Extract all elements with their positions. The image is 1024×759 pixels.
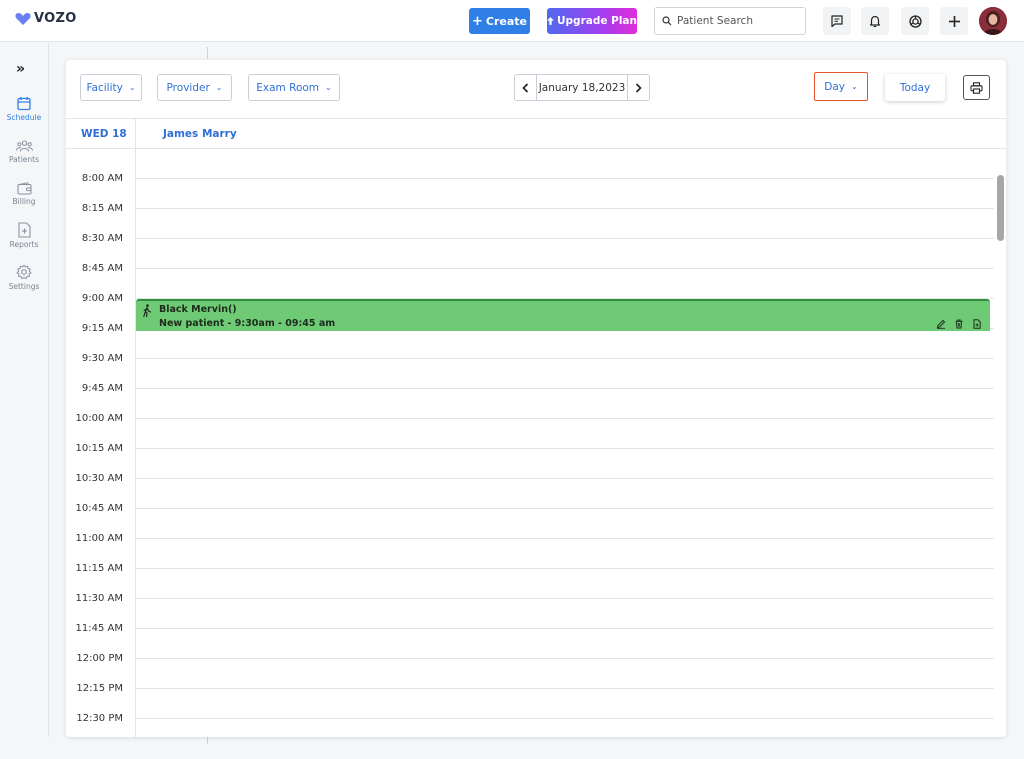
time-slot[interactable]: 10:00 AM — [66, 389, 1006, 424]
sidebar-item-billing[interactable]: Billing — [0, 182, 48, 206]
patient-search-input[interactable] — [677, 15, 797, 27]
chevron-down-icon: ⌄ — [215, 83, 223, 92]
exam-room-label: Exam Room — [256, 81, 320, 94]
time-slot[interactable]: 8:30 AM — [66, 209, 1006, 244]
plus-icon: + — [471, 13, 483, 29]
report-icon — [17, 222, 31, 238]
vertical-scrollbar[interactable] — [997, 175, 1004, 241]
provider-column-header[interactable]: James Marry — [163, 128, 237, 140]
vozo-logo[interactable]: VOZO — [15, 11, 77, 26]
gear-icon — [16, 264, 32, 280]
next-date-button[interactable] — [628, 75, 649, 100]
create-button[interactable]: + Create — [469, 8, 530, 34]
delete-appointment-button[interactable] — [953, 318, 964, 329]
appointment-details: New patient - 9:30am - 09:45 am — [159, 318, 336, 329]
openai-icon — [908, 14, 922, 28]
search-icon — [662, 16, 672, 26]
time-slot[interactable]: 10:45 AM — [66, 479, 1006, 514]
view-mode-label: Day — [824, 80, 846, 93]
plus-icon — [948, 15, 960, 27]
chevron-down-icon: ⌄ — [851, 82, 858, 91]
divider — [207, 47, 208, 59]
facility-label: Facility — [86, 81, 123, 94]
pencil-icon — [936, 319, 945, 329]
provider-label: Provider — [166, 81, 210, 94]
sidebar-item-schedule[interactable]: Schedule — [0, 96, 48, 122]
schedule-card: Facility ⌄ Provider ⌄ Exam Room ⌄ Januar… — [66, 60, 1006, 737]
sidebar-item-label: Patients — [8, 155, 40, 164]
time-slot[interactable]: 11:00 AM — [66, 509, 1006, 544]
view-mode-dropdown[interactable]: Day ⌄ — [814, 72, 868, 101]
appointment-document-button[interactable] — [971, 318, 982, 329]
chat-icon — [831, 15, 843, 28]
sidebar-item-label: Reports — [9, 240, 39, 249]
notifications-button[interactable] — [861, 7, 889, 35]
add-button[interactable] — [940, 7, 968, 35]
time-slot[interactable]: 9:30 AM — [66, 329, 1006, 364]
avatar-image — [979, 7, 1007, 35]
wallet-icon — [16, 182, 32, 195]
chevron-down-icon: ⌄ — [325, 83, 332, 92]
heart-logo-icon — [15, 12, 31, 25]
chevron-left-icon — [522, 82, 529, 93]
time-slot[interactable]: 11:15 AM — [66, 539, 1006, 574]
today-button[interactable]: Today — [885, 74, 945, 101]
time-slot[interactable]: 9:45 AM — [66, 359, 1006, 394]
printer-icon — [970, 81, 983, 94]
expand-sidebar-icon[interactable]: » — [16, 61, 25, 77]
messages-button[interactable] — [823, 7, 851, 35]
bell-icon — [869, 15, 881, 28]
time-slot-line — [136, 718, 994, 719]
sidebar-item-settings[interactable]: Settings — [0, 264, 48, 291]
upgrade-label: Upgrade Plan — [557, 15, 637, 27]
sidebar-item-patients[interactable]: Patients — [0, 140, 48, 164]
time-slot[interactable]: 11:45 AM — [66, 599, 1006, 634]
sidebar-item-label: Settings — [8, 282, 40, 291]
time-slot[interactable]: 12:30 PM — [66, 689, 1006, 724]
ai-button[interactable] — [901, 7, 929, 35]
document-icon — [973, 318, 981, 329]
user-avatar[interactable] — [979, 7, 1007, 35]
sidebar-item-label: Schedule — [6, 113, 42, 122]
time-slot[interactable]: 8:00 AM — [66, 149, 1006, 184]
current-date[interactable]: January 18,2023 — [536, 75, 628, 100]
time-slot[interactable]: 8:15 AM — [66, 179, 1006, 214]
appointment-patient: Black Mervin() — [159, 304, 237, 315]
time-slot[interactable]: 11:30 AM — [66, 569, 1006, 604]
day-label: WED 18 — [81, 128, 127, 140]
brand-name: VOZO — [34, 11, 77, 26]
sidebar: » Schedule Patients Billing Reports Sett… — [0, 43, 49, 737]
arrow-up-icon — [547, 17, 555, 25]
chevron-down-icon: ⌄ — [128, 83, 136, 92]
time-slot[interactable]: 12:00 PM — [66, 629, 1006, 664]
walking-person-icon — [143, 304, 152, 317]
divider — [207, 736, 208, 744]
provider-dropdown[interactable]: Provider ⌄ — [157, 74, 232, 101]
edit-appointment-button[interactable] — [935, 318, 946, 329]
upgrade-plan-button[interactable]: Upgrade Plan — [547, 8, 637, 34]
sidebar-item-label: Billing — [12, 197, 36, 206]
appointment-block[interactable]: Black Mervin() New patient - 9:30am - 09… — [136, 299, 990, 331]
calendar-icon — [17, 97, 31, 111]
people-icon — [15, 140, 33, 152]
time-grid[interactable]: 8:00 AM 8:15 AM 8:30 AM 8:45 AM 9:00 AM 9:15 … — [66, 149, 1006, 737]
time-slot[interactable]: 8:45 AM — [66, 239, 1006, 274]
trash-icon — [955, 319, 962, 328]
patient-search[interactable] — [654, 7, 806, 35]
header-divider — [66, 118, 1006, 119]
time-slot[interactable]: 10:15 AM — [66, 419, 1006, 454]
time-slot[interactable]: 10:30 AM — [66, 449, 1006, 484]
time-slot[interactable]: 12:15 PM — [66, 659, 1006, 694]
time-slot[interactable]: 9:00 AM — [66, 269, 1006, 304]
create-label: Create — [485, 14, 527, 28]
prev-date-button[interactable] — [515, 75, 536, 100]
print-button[interactable] — [963, 75, 990, 100]
time-label: 12:30 PM — [76, 713, 123, 724]
facility-dropdown[interactable]: Facility ⌄ — [80, 74, 142, 101]
chevron-right-icon — [635, 82, 642, 93]
top-bar: VOZO + Create Upgrade Plan — [0, 0, 1024, 42]
exam-room-dropdown[interactable]: Exam Room ⌄ — [248, 74, 340, 101]
date-navigator: January 18,2023 — [514, 74, 650, 101]
sidebar-item-reports[interactable]: Reports — [0, 222, 48, 249]
